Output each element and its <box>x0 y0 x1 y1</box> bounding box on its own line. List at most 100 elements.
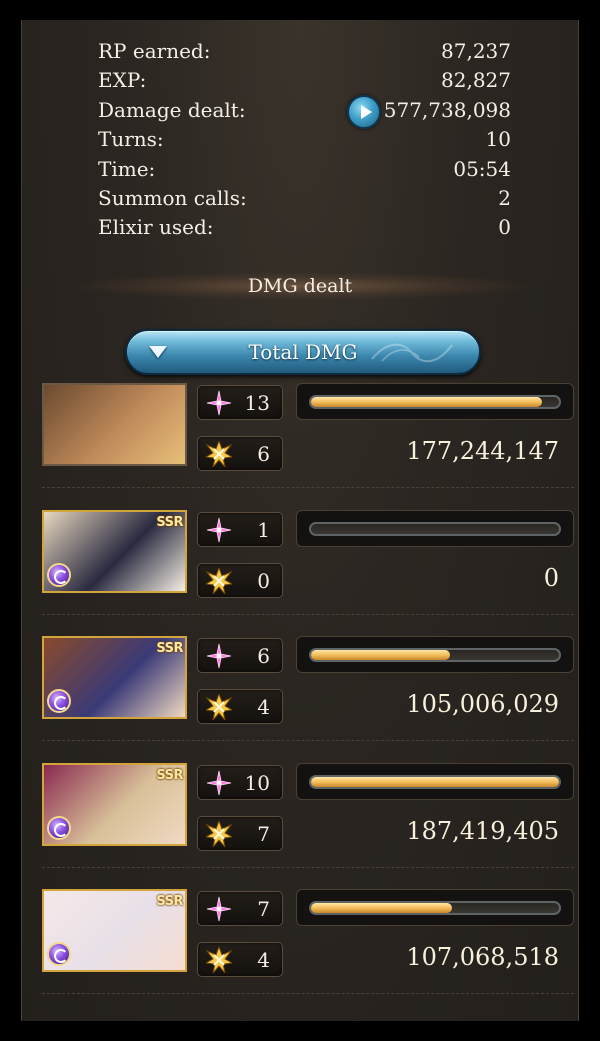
portrait-art <box>44 385 185 464</box>
damage-value: 107,068,518 <box>406 943 559 971</box>
stat-value: 05:54 <box>453 156 511 181</box>
ssr-badge: SSR <box>156 641 183 656</box>
damage-bar-fill <box>311 650 450 660</box>
stat-label: EXP: <box>98 68 147 93</box>
stat-value: 87,237 <box>441 39 511 63</box>
skill-count-box: 7 <box>197 891 283 926</box>
ougi-count: 4 <box>257 948 270 972</box>
character-row: SSR 7 4 107,068,518 <box>42 889 574 1001</box>
ougi-count-box: 4 <box>197 942 283 977</box>
stat-row: Elixir used: 0 <box>98 213 511 242</box>
burst-icon <box>206 441 232 467</box>
damage-value: 187,419,405 <box>406 817 559 845</box>
damage-bar-track <box>309 775 561 789</box>
burst-icon <box>206 568 232 594</box>
character-row: SSR 10 7 187,419,405 <box>42 763 574 875</box>
character-portrait[interactable]: SSR <box>42 889 187 972</box>
ougi-count-box: 4 <box>197 689 283 724</box>
stat-label: RP earned: <box>98 39 211 63</box>
skill-count-box: 1 <box>197 512 283 547</box>
stat-value: 82,827 <box>441 68 511 93</box>
section-title: DMG dealt <box>247 275 353 297</box>
stat-row: Turns: 10 <box>98 125 511 154</box>
skill-count-box: 6 <box>197 638 283 673</box>
dark-element-icon <box>47 942 71 966</box>
skill-count: 13 <box>244 391 270 415</box>
stat-row: RP earned: 87,237 <box>98 37 511 66</box>
character-portrait[interactable]: SSR <box>42 763 187 846</box>
damage-bar-fill <box>311 397 542 407</box>
ougi-count-box: 7 <box>197 816 283 851</box>
burst-icon <box>206 821 232 847</box>
ougi-count: 6 <box>257 442 270 466</box>
damage-bar-fill <box>311 777 559 787</box>
dark-element-icon <box>47 816 71 840</box>
row-divider <box>42 740 574 741</box>
row-divider <box>42 993 574 994</box>
sparkle-icon <box>206 770 232 796</box>
row-divider <box>42 867 574 868</box>
stat-label: Summon calls: <box>98 185 247 210</box>
damage-value: 177,244,147 <box>406 437 559 465</box>
ssr-badge: SSR <box>156 768 183 783</box>
sparkle-icon <box>206 896 232 922</box>
character-row: 13 6 177,244,147 <box>42 383 574 495</box>
stat-label: Elixir used: <box>98 215 214 240</box>
character-row: SSR 6 4 105,006,029 <box>42 636 574 748</box>
damage-value: 105,006,029 <box>406 690 559 718</box>
skill-count: 6 <box>257 644 270 668</box>
damage-bar-box <box>296 889 574 926</box>
stat-value: 2 <box>498 185 511 210</box>
stat-value: 10 <box>485 127 511 152</box>
stat-value: 0 <box>498 215 511 240</box>
skill-count-box: 10 <box>197 765 283 800</box>
damage-bar-box <box>296 763 574 800</box>
stat-value: 577,738,098 <box>383 97 511 122</box>
damage-value: 0 <box>543 564 559 592</box>
ougi-count-box: 6 <box>197 436 283 471</box>
skill-count: 7 <box>257 897 270 921</box>
damage-bar-track <box>309 648 561 662</box>
skill-count-box: 13 <box>197 385 283 420</box>
damage-type-dropdown[interactable]: Total DMG <box>125 329 481 375</box>
damage-bar-track <box>309 901 561 915</box>
character-portrait[interactable]: SSR <box>42 636 187 719</box>
results-panel: RP earned: 87,237 EXP: 82,827 Damage dealt: 5… <box>21 20 579 1021</box>
ssr-badge: SSR <box>156 515 183 530</box>
character-portrait[interactable] <box>42 383 187 466</box>
burst-icon <box>206 947 232 973</box>
stat-row: Time: 05:54 <box>98 155 511 184</box>
damage-bar-box <box>296 510 574 547</box>
ougi-count: 0 <box>257 569 270 593</box>
burst-icon <box>206 694 232 720</box>
damage-bar-track <box>309 395 561 409</box>
ougi-count: 7 <box>257 822 270 846</box>
stat-label: Damage dealt: <box>98 97 246 122</box>
damage-bar-fill <box>311 903 453 913</box>
sparkle-icon <box>206 517 232 543</box>
stat-row: Damage dealt: 577,738,098 <box>98 94 511 129</box>
skill-count: 1 <box>257 518 270 542</box>
character-row: SSR 1 0 0 <box>42 510 574 622</box>
row-divider <box>42 487 574 488</box>
sparkle-icon <box>206 643 232 669</box>
stat-row: Summon calls: 2 <box>98 184 511 213</box>
sparkle-icon <box>206 390 232 416</box>
stat-row: EXP: 82,827 <box>98 66 511 95</box>
row-divider <box>42 614 574 615</box>
character-portrait[interactable]: SSR <box>42 510 187 593</box>
damage-bar-box <box>296 383 574 420</box>
battle-stats: RP earned: 87,237 EXP: 82,827 Damage dealt: 5… <box>98 37 511 243</box>
ougi-count-box: 0 <box>197 563 283 598</box>
damage-bar-box <box>296 636 574 673</box>
dark-element-icon <box>47 689 71 713</box>
stat-label: Turns: <box>98 127 164 152</box>
damage-bar-track <box>309 522 561 536</box>
dark-element-icon <box>47 563 71 587</box>
dropdown-decoration <box>371 343 453 363</box>
stat-label: Time: <box>98 156 156 181</box>
ougi-count: 4 <box>257 695 270 719</box>
ssr-badge: SSR <box>156 894 183 909</box>
skill-count: 10 <box>244 771 270 795</box>
play-icon[interactable] <box>347 94 381 129</box>
